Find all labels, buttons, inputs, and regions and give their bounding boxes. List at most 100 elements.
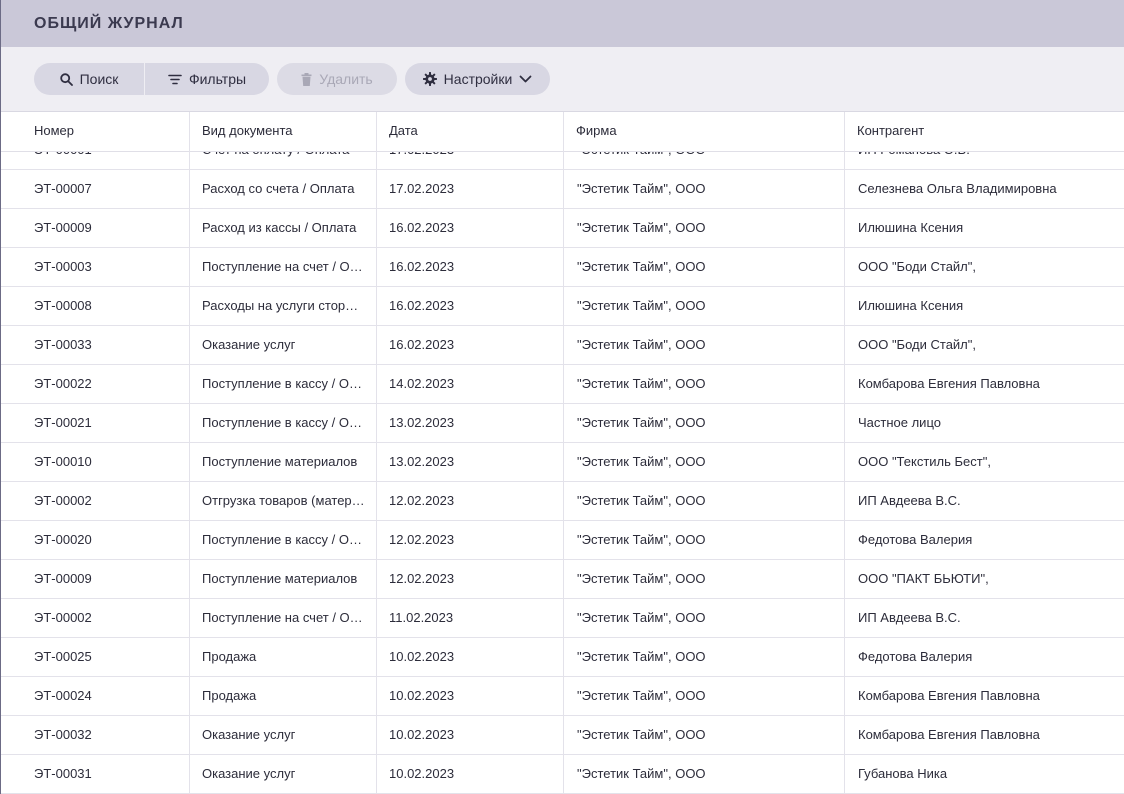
cell-counterparty: Губанова Ника xyxy=(858,766,948,781)
column-header-date[interactable]: Дата xyxy=(377,112,418,152)
chevron-down-icon xyxy=(519,75,532,83)
cell-number: ЭТ-00009 xyxy=(34,220,92,235)
cell-date: 10.02.2023 xyxy=(389,727,455,742)
cell-counterparty: ИП Авдеева В.С. xyxy=(858,493,961,508)
cell-date: 10.02.2023 xyxy=(389,766,455,781)
cell-counterparty: ООО "Текстиль Бест", xyxy=(858,454,991,469)
cell-doc-type: Поступление материалов xyxy=(202,571,358,586)
filter-button-label: Фильтры xyxy=(188,71,247,87)
column-divider xyxy=(563,112,564,794)
cell-doc-type: Оказание услуг xyxy=(202,337,296,352)
cell-counterparty: Комбарова Евгения Павловна xyxy=(858,376,1040,391)
cell-doc-type: Расход со счета / Оплата xyxy=(202,181,355,196)
cell-counterparty: Комбарова Евгения Павловна xyxy=(858,727,1040,742)
cell-number: ЭТ-00002 xyxy=(34,610,92,625)
cell-counterparty: Федотова Валерия xyxy=(858,649,973,664)
cell-number: ЭТ-00024 xyxy=(34,688,92,703)
cell-firm: "Эстетик Тайм", ООО xyxy=(577,766,706,781)
cell-firm: "Эстетик Тайм", ООО xyxy=(577,337,706,352)
cell-counterparty: ООО "ПАКТ БЬЮТИ", xyxy=(858,571,989,586)
page-title: ОБЩИЙ ЖУРНАЛ xyxy=(34,14,184,32)
cell-firm: "Эстетик Тайм", ООО xyxy=(577,493,706,508)
cell-date: 16.02.2023 xyxy=(389,337,455,352)
cell-counterparty: Комбарова Евгения Павловна xyxy=(858,688,1040,703)
filter-icon xyxy=(168,74,182,85)
cell-firm: "Эстетик Тайм", ООО xyxy=(577,259,706,274)
column-divider xyxy=(189,112,190,794)
cell-date: 12.02.2023 xyxy=(389,493,455,508)
search-icon xyxy=(59,72,73,86)
cell-doc-type: Поступление в кассу / Оплата xyxy=(202,532,365,547)
column-divider xyxy=(376,112,377,794)
cell-counterparty: Селезнева Ольга Владимировна xyxy=(858,181,1057,196)
cell-counterparty: Илюшина Ксения xyxy=(858,220,964,235)
cell-doc-type: Поступление на счет / Оплата xyxy=(202,259,365,274)
journal-table: Номер Вид документа Дата Фирма Контраген… xyxy=(1,112,1124,794)
cell-doc-type: Расходы на услуги сторонних xyxy=(202,298,365,313)
cell-date: 11.02.2023 xyxy=(389,610,454,625)
cell-number: ЭТ-00007 xyxy=(34,181,92,196)
cell-number: ЭТ-00021 xyxy=(34,415,92,430)
cell-firm: "Эстетик Тайм", ООО xyxy=(577,727,706,742)
cell-doc-type: Поступление на счет / Оплата xyxy=(202,610,365,625)
cell-date: 12.02.2023 xyxy=(389,571,455,586)
cell-number: ЭТ-00009 xyxy=(34,571,92,586)
column-header-firm[interactable]: Фирма xyxy=(564,112,617,152)
cell-number: ЭТ-00031 xyxy=(34,766,92,781)
column-header-number[interactable]: Номер xyxy=(22,112,74,152)
cell-firm: "Эстетик Тайм", ООО xyxy=(577,376,706,391)
cell-number: ЭТ-00025 xyxy=(34,649,92,664)
cell-firm: "Эстетик Тайм", ООО xyxy=(577,649,706,664)
cell-doc-type: Продажа xyxy=(202,649,257,664)
cell-date: 10.02.2023 xyxy=(389,688,455,703)
delete-button-label: Удалить xyxy=(319,71,373,87)
cell-doc-type: Расход из кассы / Оплата xyxy=(202,220,357,235)
cell-doc-type: Поступление материалов xyxy=(202,454,358,469)
cell-number: ЭТ-00010 xyxy=(34,454,92,469)
filter-button[interactable]: Фильтры xyxy=(145,63,269,95)
cell-firm: "Эстетик Тайм", ООО xyxy=(577,220,706,235)
cell-date: 13.02.2023 xyxy=(389,454,455,469)
settings-button[interactable]: Настройки xyxy=(405,63,550,95)
cell-firm: "Эстетик Тайм", ООО xyxy=(577,181,706,196)
cell-counterparty: ООО "Боди Стайл", xyxy=(858,337,976,352)
cell-counterparty: Частное лицо xyxy=(858,415,941,430)
cell-firm: "Эстетик Тайм", ООО xyxy=(577,610,706,625)
column-header-counterparty[interactable]: Контрагент xyxy=(845,112,924,152)
column-header-doc-type[interactable]: Вид документа xyxy=(190,112,293,152)
cell-number: ЭТ-00020 xyxy=(34,532,92,547)
cell-doc-type: Поступление в кассу / Оплата xyxy=(202,376,365,391)
cell-number: ЭТ-00003 xyxy=(34,259,92,274)
settings-button-label: Настройки xyxy=(443,71,513,87)
cell-firm: "Эстетик Тайм", ООО xyxy=(577,298,706,313)
cell-date: 12.02.2023 xyxy=(389,532,455,547)
cell-number: ЭТ-00033 xyxy=(34,337,92,352)
cell-firm: "Эстетик Тайм", ООО xyxy=(577,532,706,547)
page-header: ОБЩИЙ ЖУРНАЛ xyxy=(1,0,1124,47)
cell-date: 16.02.2023 xyxy=(389,298,455,313)
cell-doc-type: Продажа xyxy=(202,688,257,703)
search-button[interactable]: Поиск xyxy=(34,63,144,95)
cell-counterparty: ООО "Боди Стайл", xyxy=(858,259,976,274)
cell-counterparty: Федотова Валерия xyxy=(858,532,973,547)
cell-firm: "Эстетик Тайм", ООО xyxy=(577,454,706,469)
delete-button[interactable]: Удалить xyxy=(277,63,397,95)
gear-icon xyxy=(422,72,437,86)
cell-date: 13.02.2023 xyxy=(389,415,455,430)
search-button-label: Поиск xyxy=(79,71,119,87)
cell-firm: "Эстетик Тайм", ООО xyxy=(577,571,706,586)
cell-doc-type: Оказание услуг xyxy=(202,727,296,742)
toolbar: Поиск Фильтры Удалить Настройки xyxy=(1,47,1124,112)
cell-date: 10.02.2023 xyxy=(389,649,455,664)
cell-doc-type: Оказание услуг xyxy=(202,766,296,781)
cell-number: ЭТ-00008 xyxy=(34,298,92,313)
cell-number: ЭТ-00032 xyxy=(34,727,92,742)
cell-number: ЭТ-00022 xyxy=(34,376,92,391)
trash-icon xyxy=(301,72,312,86)
cell-date: 16.02.2023 xyxy=(389,259,455,274)
cell-date: 14.02.2023 xyxy=(389,376,455,391)
cell-firm: "Эстетик Тайм", ООО xyxy=(577,688,706,703)
cell-counterparty: Илюшина Ксения xyxy=(858,298,964,313)
column-divider xyxy=(844,112,845,794)
cell-counterparty: ИП Авдеева В.С. xyxy=(858,610,961,625)
